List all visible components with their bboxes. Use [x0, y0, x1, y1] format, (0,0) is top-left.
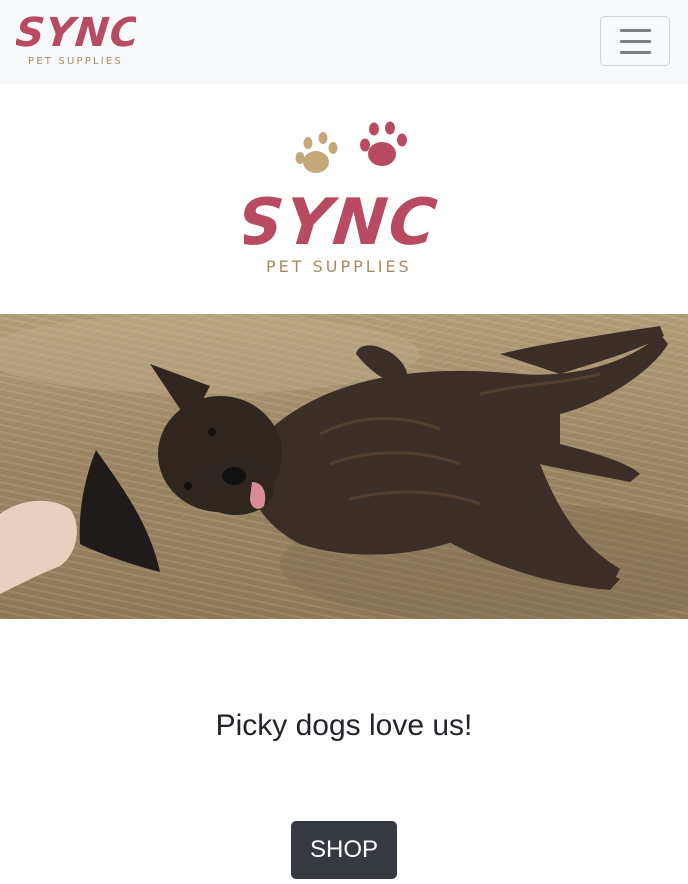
brand-wordmark: SYNC	[16, 10, 136, 56]
brand-tagline: PET SUPPLIES	[28, 56, 123, 67]
hamburger-icon	[620, 29, 651, 54]
dog-photo	[0, 314, 688, 619]
hero-tagline: PET SUPPLIES	[266, 257, 412, 276]
shop-button[interactable]: SHOP	[291, 821, 397, 879]
dog-illustration	[0, 314, 688, 619]
menu-toggle-button[interactable]	[600, 16, 670, 66]
hero-logo: SYNC PET SUPPLIES	[244, 118, 444, 280]
page-heading: Picky dogs love us!	[215, 709, 473, 742]
sync-logo-icon: SYNC PET SUPPLIES	[16, 10, 136, 67]
paw-prints-icon	[295, 121, 407, 173]
navbar: SYNC PET SUPPLIES	[0, 0, 688, 84]
brand-logo-link[interactable]: SYNC PET SUPPLIES	[16, 10, 136, 70]
hero-wordmark: SYNC	[244, 185, 442, 260]
